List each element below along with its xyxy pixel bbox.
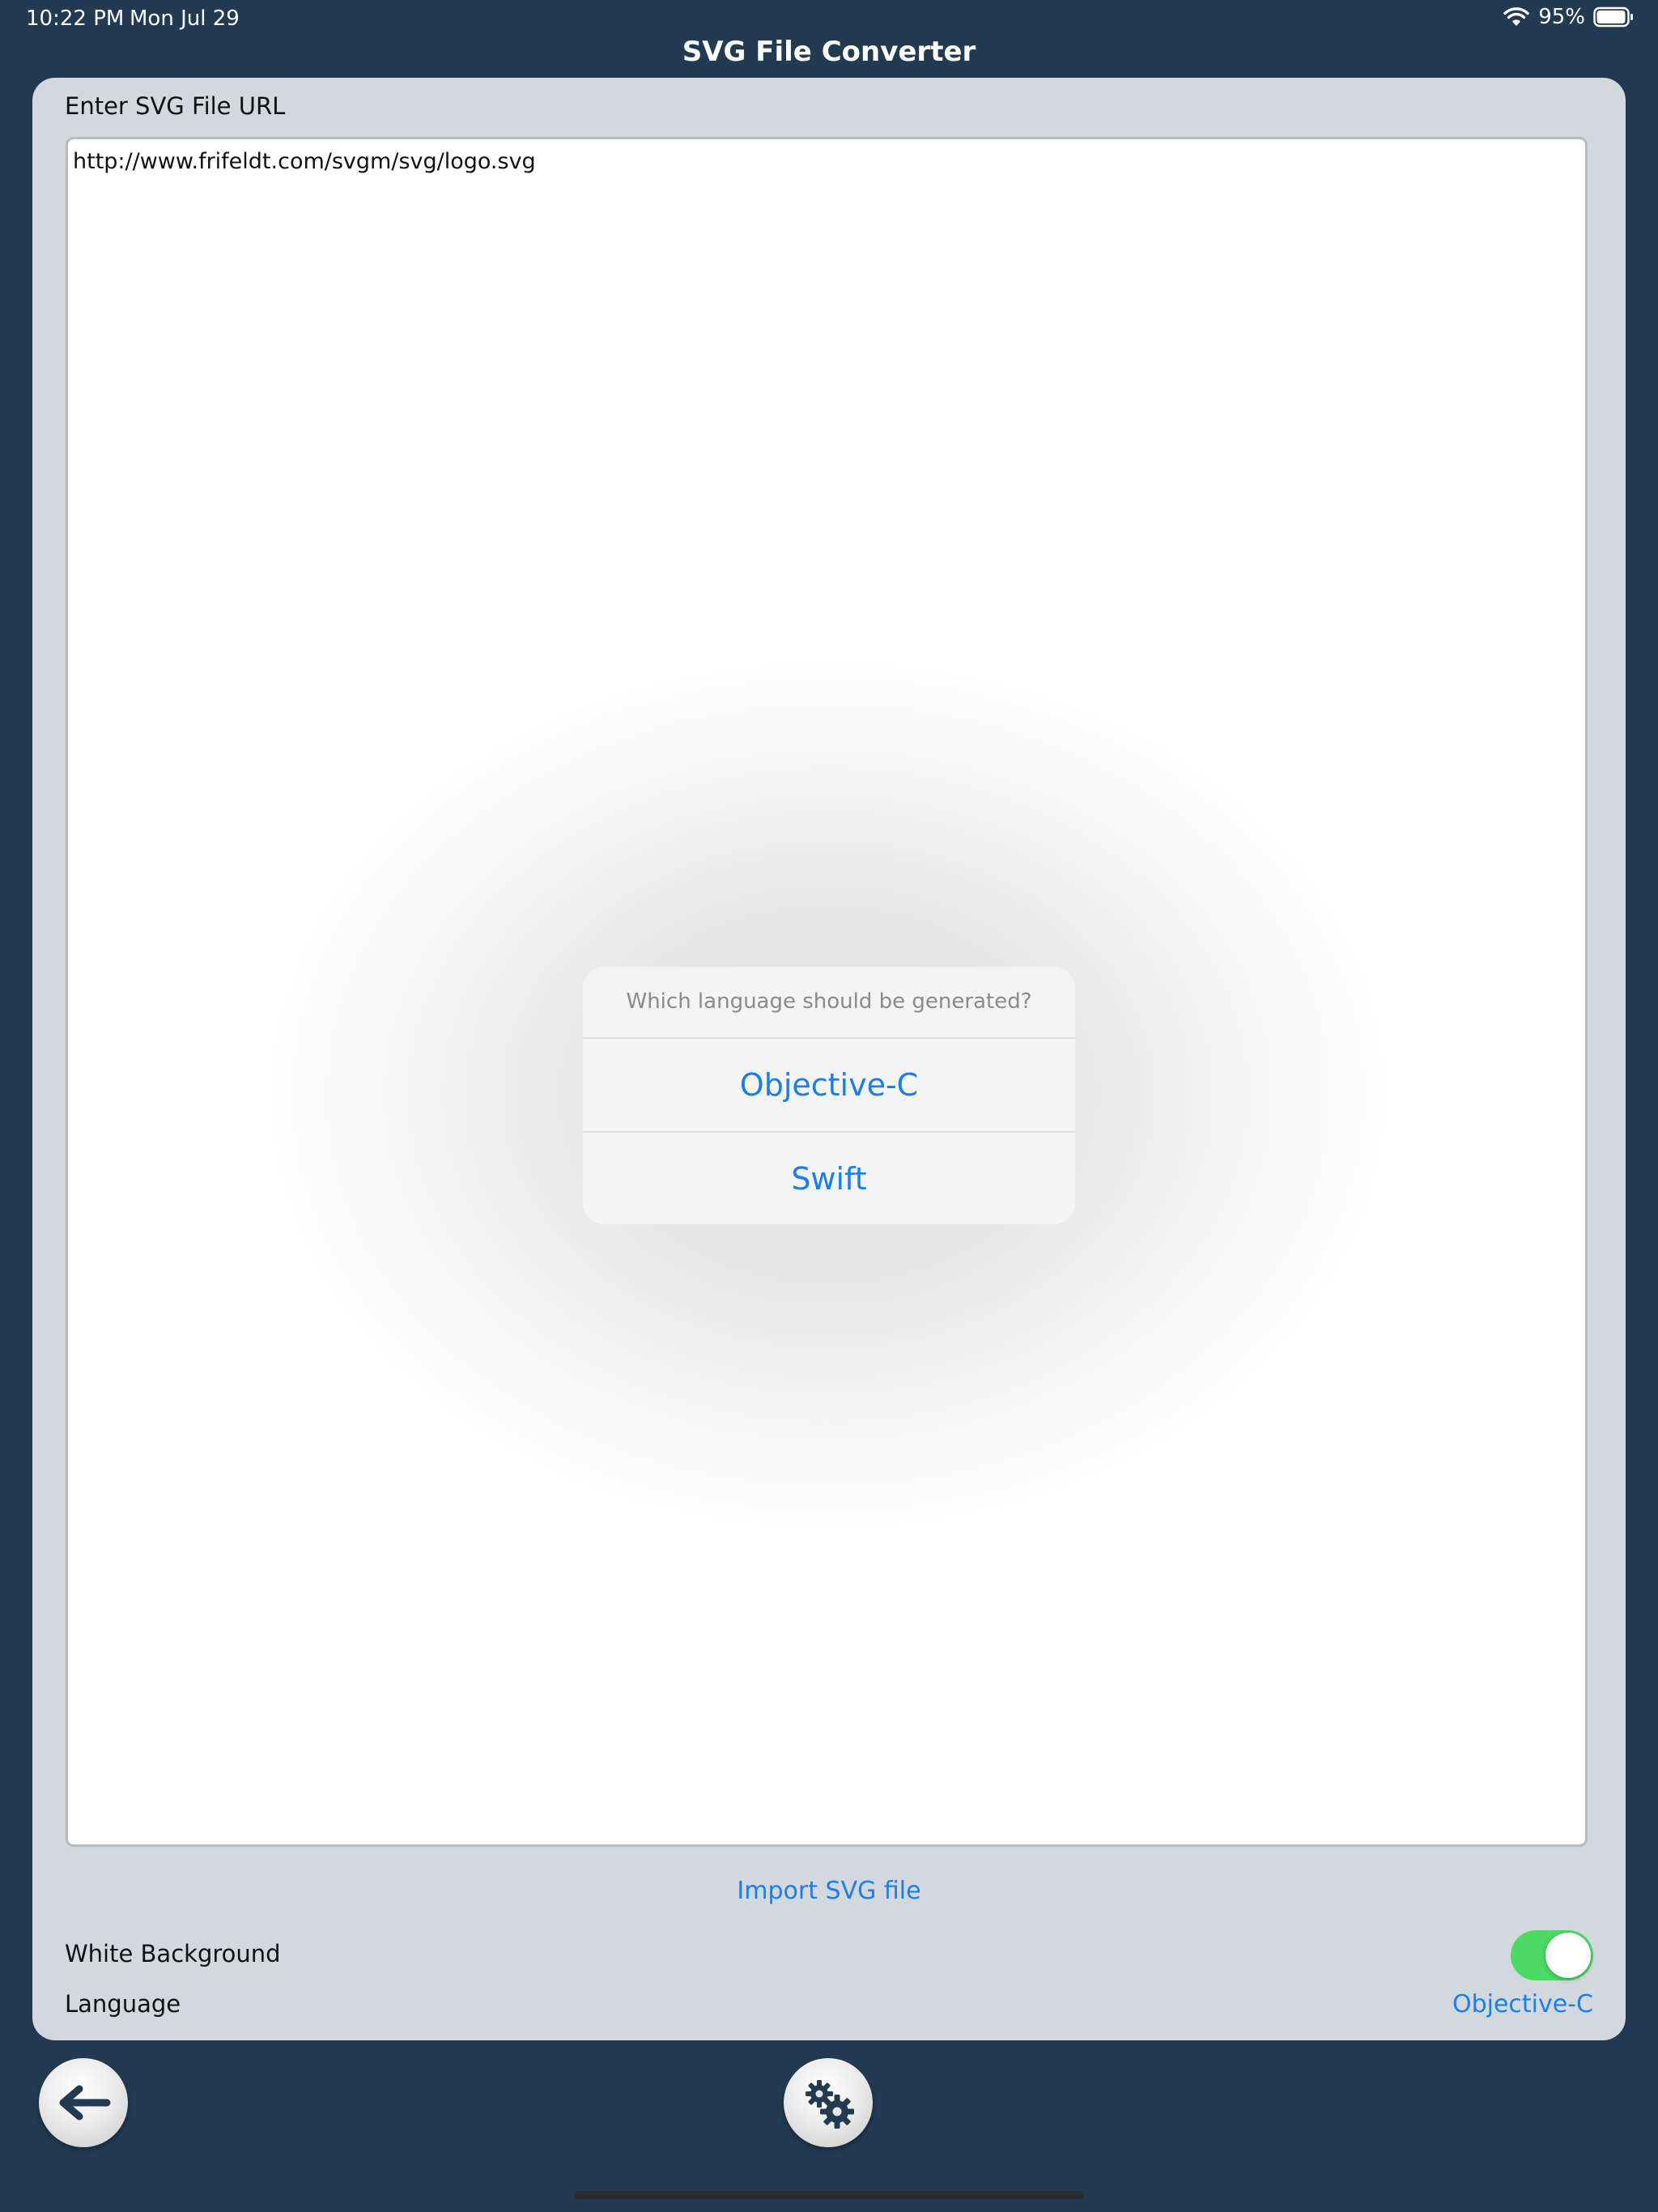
language-dialog: Which language should be generated? Obje…	[583, 967, 1075, 1224]
import-svg-button[interactable]: Import SVG file	[32, 1877, 1626, 1905]
toggle-knob	[1545, 1933, 1591, 1978]
settings-button[interactable]	[784, 2058, 873, 2147]
url-label: Enter SVG File URL	[65, 92, 286, 120]
dialog-message: Which language should be generated?	[583, 967, 1075, 1039]
dialog-option-swift[interactable]: Swift	[583, 1131, 1075, 1224]
home-indicator[interactable]	[574, 2191, 1084, 2199]
status-time: 10:22 PM	[26, 6, 125, 31]
dialog-option-objective-c[interactable]: Objective-C	[583, 1039, 1075, 1131]
wifi-icon	[1503, 6, 1530, 28]
language-value-button[interactable]: Objective-C	[1452, 1990, 1593, 2018]
page-title: SVG File Converter	[682, 36, 976, 68]
back-arrow-icon	[59, 2085, 111, 2121]
back-button[interactable]	[39, 2058, 128, 2147]
white-background-toggle[interactable]	[1511, 1930, 1593, 1980]
status-date: Mon Jul 29	[130, 6, 240, 31]
status-bar: 10:22 PM Mon Jul 29 95%	[0, 0, 1658, 40]
status-indicators: 95%	[1503, 5, 1634, 29]
battery-percent: 95%	[1538, 5, 1585, 29]
gears-icon	[806, 2080, 854, 2129]
white-background-label: White Background	[65, 1940, 281, 1967]
battery-icon	[1593, 6, 1634, 28]
language-label: Language	[65, 1990, 181, 2018]
